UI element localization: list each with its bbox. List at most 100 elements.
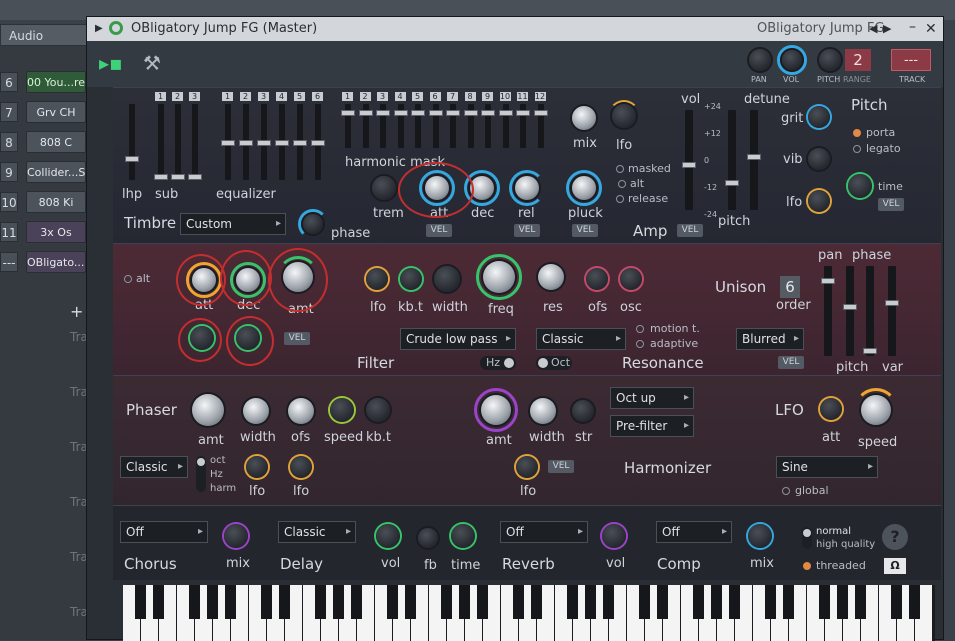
pitch-slider[interactable] — [725, 110, 739, 210]
black-key[interactable] — [207, 585, 218, 619]
harm-vel-button[interactable]: VEL — [548, 460, 574, 473]
black-key[interactable] — [135, 585, 146, 619]
harmonic-slider[interactable] — [411, 104, 425, 148]
sub-slider-thumb[interactable] — [171, 174, 185, 180]
gear-icon[interactable] — [109, 21, 123, 35]
preset-name[interactable]: OBligatory Jump FG — [757, 17, 885, 41]
vol-slider[interactable] — [682, 110, 696, 210]
channel-button[interactable]: OBligato...o — [26, 251, 86, 273]
pre-filter-dropdown[interactable]: Pre-filter — [610, 415, 694, 437]
harmonic-slider-thumb[interactable] — [341, 110, 355, 116]
black-key[interactable] — [441, 585, 452, 619]
next-preset-icon[interactable]: ▶ — [883, 17, 891, 41]
harmonic-slider[interactable] — [341, 104, 355, 148]
harmonic-slider-thumb[interactable] — [376, 110, 390, 116]
detune-slider-thumb[interactable] — [747, 154, 761, 160]
harm-lfo-knob[interactable] — [516, 456, 538, 478]
pluck-vel-button[interactable]: VEL — [572, 224, 598, 237]
amp-vel-button[interactable]: VEL — [677, 224, 703, 237]
harmonic-slider-thumb[interactable] — [428, 110, 443, 116]
legato-radio[interactable] — [853, 145, 861, 153]
black-key[interactable] — [387, 585, 398, 619]
eq-slider[interactable] — [221, 104, 235, 180]
black-key[interactable] — [189, 585, 200, 619]
quality-switch[interactable] — [802, 527, 812, 549]
channel-number[interactable]: --- — [0, 252, 18, 272]
filter-width-knob[interactable] — [434, 266, 460, 292]
channel-number[interactable]: 9 — [0, 162, 18, 182]
lfo-att-knob[interactable] — [820, 398, 842, 420]
unison-phase-slider[interactable] — [863, 266, 877, 356]
filter-vel-button[interactable]: VEL — [284, 332, 310, 345]
close-icon[interactable]: ✕ — [925, 17, 937, 41]
filter-kbt-knob[interactable] — [400, 268, 422, 290]
eq-slider-thumb[interactable] — [293, 140, 307, 146]
black-key[interactable] — [315, 585, 326, 619]
black-key[interactable] — [585, 585, 596, 619]
harm-str-knob[interactable] — [572, 400, 594, 422]
sub-slider[interactable] — [154, 104, 168, 180]
phaser-speed-knob[interactable] — [330, 398, 354, 422]
harmonic-slider[interactable] — [516, 104, 530, 148]
black-key[interactable] — [153, 585, 164, 619]
ofs-knob[interactable] — [586, 268, 608, 290]
eq-slider[interactable] — [239, 104, 253, 180]
sub-slider[interactable] — [171, 104, 185, 180]
black-key[interactable] — [261, 585, 272, 619]
reverb-dropdown[interactable]: Off — [500, 521, 588, 543]
black-key[interactable] — [783, 585, 794, 619]
channel-button[interactable]: 808 C — [26, 131, 86, 153]
channel-button[interactable]: 3x Os — [26, 221, 86, 243]
channel-button[interactable]: Collider...Sr — [26, 161, 86, 183]
black-key[interactable] — [513, 585, 524, 619]
harmonic-slider[interactable] — [376, 104, 390, 148]
unison-pitch-slider[interactable] — [843, 266, 857, 356]
black-key[interactable] — [531, 585, 542, 619]
black-key[interactable] — [909, 585, 920, 619]
unison-order-value[interactable]: 6 — [780, 276, 800, 298]
eq-slider[interactable] — [293, 104, 307, 180]
eq-slider-thumb[interactable] — [221, 140, 235, 146]
harmonic-slider[interactable] — [498, 104, 513, 148]
unison-phase-thumb[interactable] — [863, 348, 877, 354]
harmonic-slider-thumb[interactable] — [411, 110, 425, 116]
black-key[interactable] — [639, 585, 650, 619]
harmonic-slider[interactable] — [358, 104, 373, 148]
phaser-width-knob[interactable] — [243, 398, 269, 424]
phaser-mode-switch[interactable] — [196, 456, 206, 492]
chorus-dropdown[interactable]: Off — [120, 521, 208, 543]
mix-knob[interactable] — [572, 106, 596, 130]
harmonic-slider-thumb[interactable] — [358, 110, 373, 116]
filter-lfo-knob[interactable] — [366, 268, 388, 290]
grit-knob[interactable] — [808, 106, 830, 128]
motion-t-radio[interactable] — [636, 325, 644, 333]
amp-lfo-knob[interactable] — [612, 104, 636, 128]
channel-number[interactable]: 10 — [0, 192, 18, 212]
harmonic-slider-thumb[interactable] — [533, 110, 548, 116]
trem-knob[interactable] — [372, 176, 396, 200]
threaded-radio[interactable] — [803, 562, 811, 570]
porta-radio[interactable] — [853, 129, 861, 137]
phaser-ofs-knob[interactable] — [288, 398, 314, 424]
eq-slider-thumb[interactable] — [257, 140, 271, 146]
oct-toggle[interactable]: Oct — [536, 356, 572, 370]
phaser-lfo2-knob[interactable] — [290, 456, 312, 478]
eq-slider-thumb[interactable] — [275, 140, 289, 146]
phaser-kbt-knob[interactable] — [366, 398, 390, 422]
channel-button[interactable]: Grv CH — [26, 101, 86, 123]
sub-slider-thumb[interactable] — [154, 174, 168, 180]
black-key[interactable] — [819, 585, 830, 619]
unison-pan-thumb[interactable] — [821, 278, 835, 284]
black-key[interactable] — [351, 585, 362, 619]
harmonic-slider[interactable] — [393, 104, 408, 148]
range-value[interactable]: 2 — [845, 49, 871, 71]
rel-knob[interactable] — [515, 176, 539, 200]
black-key[interactable] — [225, 585, 236, 619]
harm-amt-knob[interactable] — [481, 395, 511, 425]
harmonic-slider-thumb[interactable] — [498, 110, 513, 116]
att-vel-button[interactable]: VEL — [426, 224, 452, 237]
time-vel-button[interactable]: VEL — [878, 198, 904, 211]
masked-radio[interactable] — [616, 165, 624, 173]
phaser-type-dropdown[interactable]: Classic — [120, 456, 188, 478]
help-button[interactable]: ? — [882, 524, 908, 550]
